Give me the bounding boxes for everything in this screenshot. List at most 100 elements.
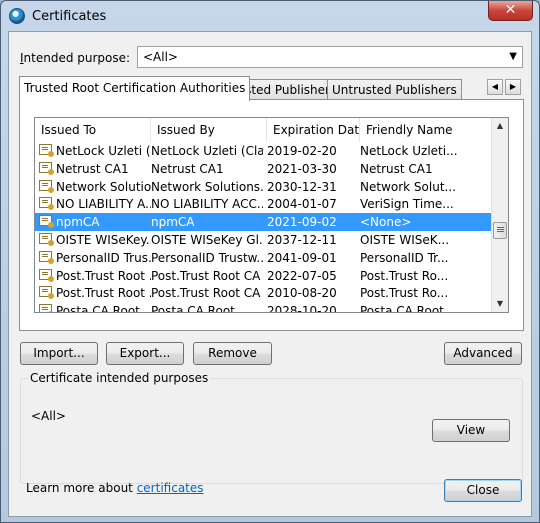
- intended-purpose-label-text: ntended purpose:: [23, 51, 131, 65]
- scroll-down-icon[interactable]: ▼: [492, 296, 508, 312]
- column-issued-by[interactable]: Issued By: [151, 118, 267, 142]
- cell-expiration: 2041-09-01: [267, 250, 337, 265]
- intended-purpose-value: <All>: [143, 50, 178, 64]
- table-row[interactable]: PersonalID Trus... PersonalID Trustw... 20…: [35, 249, 493, 267]
- close-button-label: Close: [466, 483, 500, 497]
- certificate-icon: [39, 161, 54, 175]
- certificate-manager-icon: [9, 8, 25, 24]
- cell-expiration: 2028-10-20: [267, 304, 337, 313]
- cell-expiration: 2037-12-11: [267, 233, 337, 247]
- view-button[interactable]: View: [432, 419, 510, 442]
- certificate-icon: [39, 215, 54, 229]
- export-button-label: Export...: [119, 346, 171, 360]
- table-row[interactable]: Netrust CA1 Netrust CA1 2021-03-30 Netrust …: [35, 160, 493, 178]
- table-row[interactable]: NetLock Uzleti (...NetLock Uzleti (Cla..…: [35, 142, 493, 160]
- table-row[interactable]: Post.Trust Root ... Post.Trust Root CA 202…: [35, 267, 493, 285]
- intended-purposes-value: <All>: [31, 409, 66, 423]
- tab-panel: Issued To Issued By Expiration Date Frie…: [19, 99, 524, 331]
- cell-issued-to: OISTE WISeKey...: [56, 233, 151, 247]
- list-vertical-scrollbar[interactable]: ▲ ▼: [491, 118, 508, 312]
- cell-issued-to: Post.Trust Root ...: [56, 286, 151, 301]
- certificate-icon: [39, 179, 54, 193]
- close-button[interactable]: Close: [444, 479, 522, 502]
- import-button[interactable]: Import...: [20, 342, 98, 365]
- import-button-label: Import...: [33, 346, 85, 360]
- dropdown-arrow-icon: ▼: [509, 51, 517, 62]
- certificates-link[interactable]: certificates: [137, 481, 204, 495]
- view-button-label: View: [456, 423, 486, 437]
- title-bar: Certificates ✕: [1, 1, 539, 32]
- cell-issued-to: Netrust CA1: [56, 161, 129, 176]
- cell-issued-by: OISTE WISeKey Gl...: [151, 233, 263, 247]
- table-row[interactable]: Post.Trust Root ... Post.Trust Root CA 201…: [35, 284, 493, 302]
- cell-friendly: Post.Trust Ro...: [360, 286, 449, 301]
- intended-purpose-dropdown[interactable]: <All> ▼: [137, 46, 523, 68]
- table-row[interactable]: NO LIABILITY A... NO LIABILITY ACC... 2004…: [35, 195, 493, 213]
- learn-more-prefix: Learn more about: [26, 481, 137, 495]
- tab-scroll-left-icon[interactable]: ◀: [487, 79, 503, 95]
- certificate-icon: [39, 197, 54, 211]
- cell-friendly: Post.Trust Ro...: [360, 268, 449, 283]
- close-window-button[interactable]: ✕: [488, 1, 533, 21]
- certificate-icon: [39, 233, 54, 246]
- advanced-button[interactable]: Advanced: [444, 342, 522, 365]
- certificate-icon: [39, 286, 54, 300]
- export-button[interactable]: Export...: [106, 342, 184, 365]
- cell-expiration: 2004-01-07: [267, 197, 337, 212]
- advanced-button-label: Advanced: [453, 346, 513, 360]
- cell-issued-to: NetLock Uzleti (...: [56, 144, 151, 158]
- certificate-list[interactable]: Issued To Issued By Expiration Date Frie…: [34, 117, 509, 313]
- cell-expiration: 2010-08-20: [267, 286, 337, 301]
- cell-expiration: 2021-09-02: [267, 215, 337, 230]
- table-row[interactable]: Network Solutio...Network Solutions... 20…: [35, 178, 493, 196]
- cell-friendly: Posta CA Root: [360, 304, 444, 313]
- certificate-icon: [39, 250, 54, 264]
- cell-issued-to: Network Solutio...: [56, 179, 151, 194]
- column-issued-to[interactable]: Issued To: [35, 118, 151, 142]
- intended-purpose-label: Intended purpose:: [20, 51, 131, 65]
- column-expiration-date[interactable]: Expiration Date: [267, 118, 360, 142]
- scroll-thumb[interactable]: [493, 222, 507, 239]
- cell-issued-by: Post.Trust Root CA: [151, 268, 261, 283]
- cell-issued-by: Network Solutions...: [151, 179, 263, 194]
- tab-scroll-right-icon[interactable]: ▶: [505, 79, 521, 95]
- cell-friendly: <None>: [360, 215, 412, 230]
- column-friendly-name[interactable]: Friendly Name: [360, 118, 493, 142]
- cell-issued-to: npmCA: [56, 215, 100, 230]
- remove-button[interactable]: Remove: [193, 342, 272, 365]
- tab-strip: Trusted Root Certification Authorities T…: [19, 76, 524, 101]
- dialog-body: Intended purpose: <All> ▼ Trusted Root C…: [8, 31, 532, 517]
- cell-issued-by: NO LIABILITY ACC...: [151, 197, 263, 212]
- cell-friendly: NetLock Uzleti...: [360, 144, 458, 158]
- cell-issued-by: Posta CA Root: [151, 304, 235, 313]
- cell-friendly: Network Solut...: [360, 179, 456, 194]
- certificate-icon: [39, 304, 54, 312]
- table-row-selected[interactable]: npmCA npmCA 2021-09-02 <None>: [35, 213, 493, 232]
- cell-expiration: 2022-07-05: [267, 268, 337, 283]
- cell-issued-to: NO LIABILITY A...: [56, 197, 151, 212]
- cell-issued-to: Post.Trust Root ...: [56, 268, 151, 283]
- certificate-icon: [39, 268, 54, 282]
- intended-purposes-title: Certificate intended purposes: [28, 371, 211, 385]
- cell-friendly: OISTE WISeK...: [360, 233, 450, 247]
- certificates-window: Certificates ✕ Intended purpose: <All> ▼…: [0, 0, 540, 523]
- cell-expiration: 2019-02-20: [267, 144, 337, 158]
- intended-purposes-group: Certificate intended purposes <All> View: [20, 371, 523, 484]
- remove-button-label: Remove: [208, 346, 257, 360]
- cell-issued-by: Post.Trust Root CA: [151, 286, 261, 301]
- table-row[interactable]: OISTE WISeKey... OISTE WISeKey Gl... 2037-…: [35, 231, 493, 249]
- cell-expiration: 2021-03-30: [267, 161, 337, 176]
- cell-issued-to: Posta CA Root: [56, 304, 140, 313]
- cell-issued-by: PersonalID Trustw...: [151, 250, 263, 265]
- cell-friendly: PersonalID Tr...: [360, 250, 449, 265]
- certificate-icon: [39, 144, 54, 157]
- tab-untrusted-publishers[interactable]: Untrusted Publishers: [327, 79, 462, 99]
- cell-issued-by: NetLock Uzleti (Cla...: [151, 144, 263, 158]
- scroll-up-icon[interactable]: ▲: [492, 118, 508, 134]
- list-header: Issued To Issued By Expiration Date Frie…: [35, 118, 493, 142]
- window-title: Certificates: [32, 9, 107, 24]
- cell-friendly: VeriSign Time...: [360, 197, 454, 212]
- tab-trusted-root-authorities[interactable]: Trusted Root Certification Authorities: [19, 76, 251, 101]
- table-row[interactable]: Posta CA Root Posta CA Root 2028-10-20 Post…: [35, 302, 493, 313]
- cell-issued-to: PersonalID Trus...: [56, 250, 151, 265]
